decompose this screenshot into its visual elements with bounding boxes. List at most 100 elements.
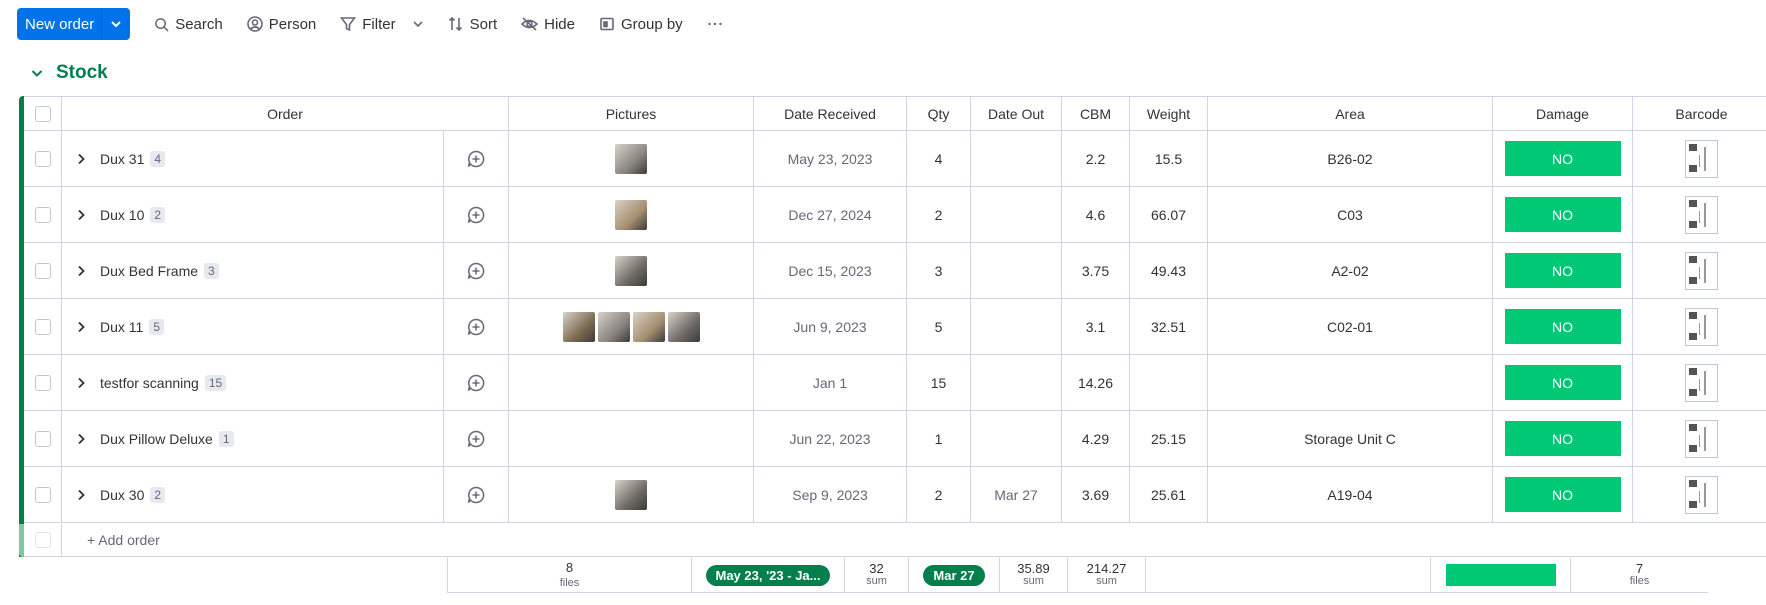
qty-cell[interactable]: 2 bbox=[907, 187, 971, 243]
more-options-button[interactable] bbox=[707, 16, 723, 32]
damage-status-label[interactable]: NO bbox=[1504, 197, 1621, 232]
damage-cell[interactable]: NO bbox=[1493, 131, 1633, 187]
updates-cell[interactable] bbox=[444, 299, 509, 355]
collapse-group-icon[interactable] bbox=[30, 66, 44, 80]
barcode-file-thumbnail[interactable] bbox=[1685, 195, 1718, 234]
cbm-cell[interactable]: 14.26 bbox=[1062, 355, 1130, 411]
table-row[interactable]: testfor scanning 15 Jan 1 15 14.26 NO bbox=[19, 355, 1766, 411]
row-checkbox[interactable] bbox=[34, 206, 51, 223]
picture-thumbnail[interactable] bbox=[615, 255, 647, 286]
date-out-cell[interactable] bbox=[971, 411, 1062, 467]
row-check-cell[interactable] bbox=[24, 355, 62, 411]
damage-status-label[interactable]: NO bbox=[1504, 141, 1621, 176]
pictures-cell[interactable] bbox=[509, 131, 754, 187]
date-out-cell[interactable]: Mar 27 bbox=[971, 467, 1062, 523]
expand-subitems-icon[interactable] bbox=[74, 208, 88, 222]
updates-cell[interactable] bbox=[444, 131, 509, 187]
damage-cell[interactable]: NO bbox=[1493, 411, 1633, 467]
area-cell[interactable]: B26-02 bbox=[1208, 131, 1493, 187]
new-order-label[interactable]: New order bbox=[17, 8, 103, 40]
add-update-icon[interactable] bbox=[467, 206, 485, 224]
item-name[interactable]: Dux 30 bbox=[100, 487, 144, 503]
pictures-cell[interactable] bbox=[509, 243, 754, 299]
qty-cell[interactable]: 4 bbox=[907, 131, 971, 187]
add-update-icon[interactable] bbox=[467, 318, 485, 336]
date-out-cell[interactable] bbox=[971, 131, 1062, 187]
expand-subitems-icon[interactable] bbox=[74, 152, 88, 166]
expand-subitems-icon[interactable] bbox=[74, 376, 88, 390]
item-name-cell[interactable]: testfor scanning 15 bbox=[62, 355, 444, 411]
pictures-cell[interactable] bbox=[509, 187, 754, 243]
add-update-icon[interactable] bbox=[467, 486, 485, 504]
date-received-cell[interactable]: May 23, 2023 bbox=[754, 131, 907, 187]
weight-cell[interactable]: 32.51 bbox=[1130, 299, 1208, 355]
expand-subitems-icon[interactable] bbox=[74, 264, 88, 278]
add-update-icon[interactable] bbox=[467, 262, 485, 280]
updates-cell[interactable] bbox=[444, 467, 509, 523]
item-name-cell[interactable]: Dux 10 2 bbox=[62, 187, 444, 243]
column-order[interactable]: Order bbox=[62, 96, 509, 131]
barcode-cell[interactable] bbox=[1633, 243, 1766, 299]
damage-cell[interactable]: NO bbox=[1493, 467, 1633, 523]
area-cell[interactable]: C03 bbox=[1208, 187, 1493, 243]
barcode-file-thumbnail[interactable] bbox=[1685, 363, 1718, 402]
damage-status-label[interactable]: NO bbox=[1504, 253, 1621, 288]
filter-button[interactable]: Filter bbox=[340, 16, 423, 33]
column-barcode[interactable]: Barcode bbox=[1633, 96, 1766, 131]
damage-status-label[interactable]: NO bbox=[1504, 477, 1621, 512]
add-update-icon[interactable] bbox=[467, 374, 485, 392]
sort-button[interactable]: Sort bbox=[448, 16, 497, 33]
table-row[interactable]: Dux Pillow Deluxe 1 Jun 22, 2023 1 4.29 … bbox=[19, 411, 1766, 467]
updates-cell[interactable] bbox=[444, 411, 509, 467]
pictures-cell[interactable] bbox=[509, 467, 754, 523]
pictures-cell[interactable] bbox=[509, 411, 754, 467]
table-row[interactable]: Dux 31 4 May 23, 2023 4 2.2 15.5 B26-02 … bbox=[19, 131, 1766, 187]
column-date-out[interactable]: Date Out bbox=[971, 96, 1062, 131]
barcode-file-thumbnail[interactable] bbox=[1685, 251, 1718, 290]
picture-thumbnail[interactable] bbox=[615, 199, 647, 230]
cbm-cell[interactable]: 3.69 bbox=[1062, 467, 1130, 523]
table-row[interactable]: Dux 11 5 Jun 9, 2023 5 3.1 32.51 C02-01 … bbox=[19, 299, 1766, 355]
date-received-cell[interactable]: Jun 9, 2023 bbox=[754, 299, 907, 355]
barcode-cell[interactable] bbox=[1633, 355, 1766, 411]
row-check-cell[interactable] bbox=[24, 467, 62, 523]
item-name[interactable]: Dux 11 bbox=[100, 319, 143, 335]
add-order-input[interactable]: + Add order bbox=[62, 524, 1766, 557]
qty-cell[interactable]: 2 bbox=[907, 467, 971, 523]
cbm-cell[interactable]: 3.1 bbox=[1062, 299, 1130, 355]
item-name-cell[interactable]: Dux 30 2 bbox=[62, 467, 444, 523]
updates-cell[interactable] bbox=[444, 355, 509, 411]
item-name[interactable]: testfor scanning bbox=[100, 375, 199, 391]
date-received-cell[interactable]: Dec 27, 2024 bbox=[754, 187, 907, 243]
barcode-file-thumbnail[interactable] bbox=[1685, 475, 1718, 514]
item-name[interactable]: Dux Bed Frame bbox=[100, 263, 198, 279]
table-row[interactable]: Dux 10 2 Dec 27, 2024 2 4.6 66.07 C03 NO bbox=[19, 187, 1766, 243]
row-check-cell[interactable] bbox=[24, 299, 62, 355]
add-update-icon[interactable] bbox=[467, 430, 485, 448]
select-all-cell[interactable] bbox=[24, 96, 62, 131]
damage-status-label[interactable]: NO bbox=[1504, 309, 1621, 344]
date-out-cell[interactable] bbox=[971, 243, 1062, 299]
qty-cell[interactable]: 15 bbox=[907, 355, 971, 411]
weight-cell[interactable]: 66.07 bbox=[1130, 187, 1208, 243]
picture-thumbnail[interactable] bbox=[615, 143, 647, 174]
group-title[interactable]: Stock bbox=[56, 62, 108, 84]
row-checkbox[interactable] bbox=[34, 318, 51, 335]
area-cell[interactable]: A2-02 bbox=[1208, 243, 1493, 299]
table-row[interactable]: Dux 30 2 Sep 9, 2023 2 Mar 27 3.69 25.61… bbox=[19, 467, 1766, 523]
qty-cell[interactable]: 5 bbox=[907, 299, 971, 355]
damage-cell[interactable]: NO bbox=[1493, 355, 1633, 411]
date-received-cell[interactable]: Dec 15, 2023 bbox=[754, 243, 907, 299]
expand-subitems-icon[interactable] bbox=[74, 488, 88, 502]
cbm-cell[interactable]: 2.2 bbox=[1062, 131, 1130, 187]
new-order-dropdown[interactable] bbox=[102, 8, 130, 40]
item-name-cell[interactable]: Dux 31 4 bbox=[62, 131, 444, 187]
picture-thumbnail[interactable] bbox=[597, 311, 630, 342]
search-button[interactable]: Search bbox=[154, 16, 223, 33]
weight-cell[interactable]: 15.5 bbox=[1130, 131, 1208, 187]
weight-cell[interactable]: 49.43 bbox=[1130, 243, 1208, 299]
add-update-icon[interactable] bbox=[467, 150, 485, 168]
cbm-cell[interactable]: 3.75 bbox=[1062, 243, 1130, 299]
item-name[interactable]: Dux Pillow Deluxe bbox=[100, 431, 213, 447]
row-check-cell[interactable] bbox=[24, 131, 62, 187]
